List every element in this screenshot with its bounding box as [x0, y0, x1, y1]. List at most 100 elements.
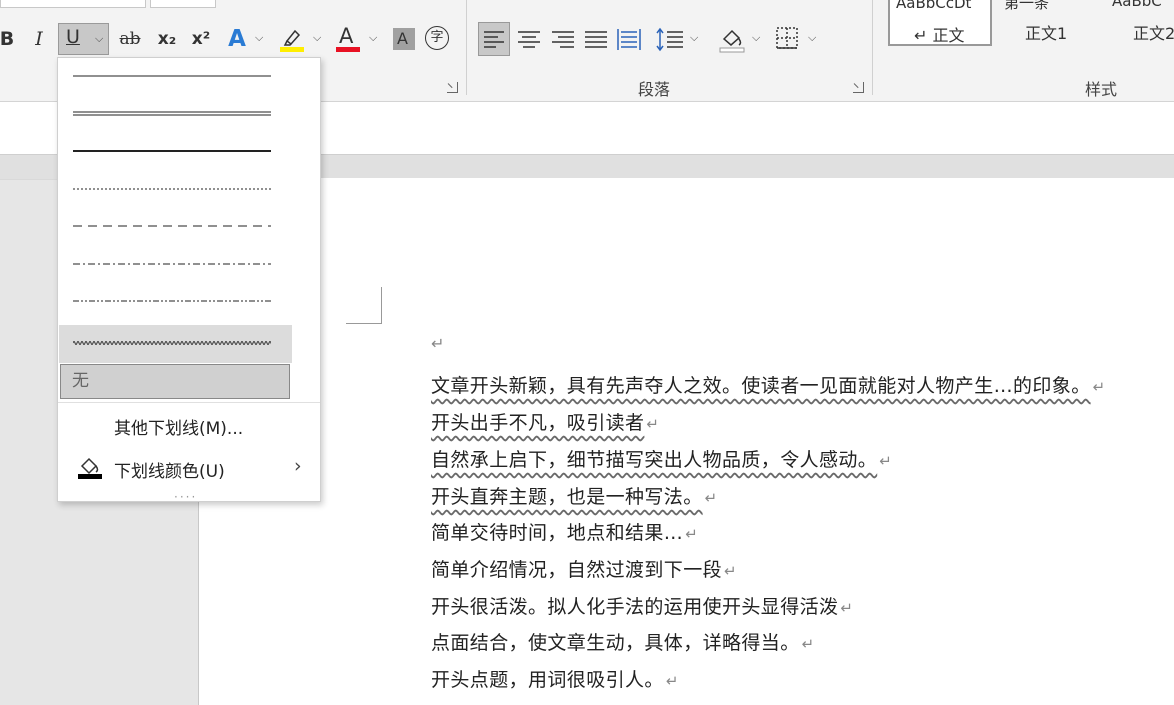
- style-normal[interactable]: AaBbCcDt ↵ 正文: [888, 0, 992, 46]
- line-spacing-icon[interactable]: [655, 23, 685, 55]
- menu-separator: [58, 402, 320, 403]
- underline-icon: U: [66, 26, 80, 48]
- paragraph[interactable]: 自然承上启下，细节描写突出人物品质，令人感动。 ↵: [431, 445, 892, 472]
- strikethrough-button[interactable]: ab: [116, 24, 144, 54]
- thick-underline-icon: [73, 150, 271, 152]
- paragraph-text: 开头很活泼。拟人化手法的运用使开头显得活泼: [431, 596, 839, 618]
- chevron-down-icon[interactable]: ⌵: [369, 31, 377, 45]
- text-effects-button[interactable]: A: [224, 24, 250, 54]
- highlight-button[interactable]: [278, 26, 306, 54]
- style-label: 正文1: [1025, 24, 1068, 43]
- font-color-icon: A: [339, 24, 354, 48]
- underline-option-single[interactable]: [59, 58, 292, 94]
- para-mark: ↵: [665, 672, 679, 690]
- underline-option-thick[interactable]: [59, 132, 292, 168]
- para-mark: ↵: [840, 599, 854, 617]
- font-dialog-launcher[interactable]: [447, 82, 458, 93]
- paragraph[interactable]: 文章开头新颖，具有先声夺人之效。使读者一见面就能对人物产生…的印象。 ↵: [431, 371, 1106, 398]
- style-preview: AaBbCcDt: [896, 0, 972, 12]
- underline-color-item[interactable]: 下划线颜色(U): [114, 457, 225, 482]
- char-shading-icon: A: [397, 29, 408, 48]
- font-name-box[interactable]: [0, 0, 146, 8]
- double-underline-icon: [73, 111, 271, 116]
- chevron-down-icon[interactable]: ⌵: [752, 31, 760, 45]
- para-mark: ↵: [1092, 378, 1106, 396]
- group-separator: [466, 0, 467, 95]
- para-mark: ↵: [685, 525, 699, 543]
- underline-option-none[interactable]: 无: [60, 364, 290, 399]
- paragraph-dialog-launcher[interactable]: [853, 82, 864, 93]
- chevron-down-icon[interactable]: ⌵: [690, 31, 698, 45]
- para-mark: ↵: [646, 415, 660, 433]
- chevron-down-icon[interactable]: ⌵: [255, 31, 263, 45]
- paragraph-group-label: 段落: [638, 80, 671, 99]
- style-normal1[interactable]: 第一条 正文1: [1000, 0, 1100, 46]
- paragraph[interactable]: 开头出手不凡，吸引读者 ↵: [431, 408, 659, 435]
- shading-bucket-icon[interactable]: [717, 23, 747, 55]
- paragraph[interactable]: 点面结合，使文章生动，具体，详略得当。 ↵: [431, 628, 815, 655]
- paragraph[interactable]: 开头点题，用词很吸引人。 ↵: [431, 665, 679, 692]
- font-color-swatch: [336, 47, 360, 52]
- paragraph-text: 文章开头新颖，具有先声夺人之效。使读者一见面就能对人物产生…的印象。: [431, 375, 1091, 397]
- align-right-icon[interactable]: [549, 23, 577, 55]
- underline-option-dotted[interactable]: [59, 170, 292, 206]
- style-label: ↵ 正文: [914, 26, 965, 45]
- underline-button[interactable]: U ⌵: [58, 23, 109, 55]
- underline-option-dash-dot[interactable]: [59, 245, 292, 281]
- paragraph[interactable]: 简单交待时间，地点和结果… ↵: [431, 518, 698, 545]
- distributed-icon[interactable]: [615, 23, 643, 55]
- resize-grip[interactable]: ····: [174, 490, 197, 504]
- highlighter-icon: [280, 29, 304, 52]
- para-mark: ↵: [724, 562, 737, 580]
- style-label: 正文2: [1133, 24, 1174, 43]
- paragraph[interactable]: 开头很活泼。拟人化手法的运用使开头显得活泼 ↵: [431, 592, 853, 619]
- style-normal2[interactable]: AaBbC 正文2: [1108, 0, 1174, 46]
- underline-dropdown-menu: 无 其他下划线(M)... 下划线颜色(U) › ····: [57, 57, 321, 504]
- align-left-button[interactable]: [478, 22, 510, 56]
- paragraph-text: 自然承上启下，细节描写突出人物品质，令人感动。: [431, 449, 878, 471]
- paragraph[interactable]: 简单介绍情况，自然过渡到下一段 ↵: [431, 555, 737, 582]
- underline-option-double[interactable]: [59, 95, 292, 131]
- chevron-down-icon[interactable]: ⌵: [808, 31, 816, 45]
- underline-color-icon: [78, 457, 102, 479]
- paragraph-text: 点面结合，使文章生动，具体，详略得当。: [431, 632, 800, 654]
- group-separator: [872, 0, 873, 95]
- paragraph[interactable]: 开头直奔主题，也是一种写法。 ↵: [431, 482, 718, 509]
- underline-option-wave[interactable]: [59, 325, 292, 363]
- enclose-char-button[interactable]: 字: [425, 26, 449, 50]
- empty-para-mark: ↵: [431, 334, 445, 353]
- paragraph-text: 开头点题，用词很吸引人。: [431, 669, 664, 691]
- italic-button[interactable]: I: [28, 24, 50, 54]
- char-shading-button[interactable]: A: [393, 28, 415, 50]
- superscript-button[interactable]: x²: [188, 24, 214, 54]
- align-center-icon[interactable]: [515, 23, 543, 55]
- dash-dot-dot-underline-icon: [73, 300, 271, 302]
- justify-icon[interactable]: [582, 23, 610, 55]
- dotted-underline-icon: [73, 188, 271, 190]
- paragraph-text: 简单交待时间，地点和结果…: [431, 522, 684, 544]
- wavy-underline-icon: [73, 341, 271, 345]
- margin-corner-mark: [346, 287, 382, 324]
- dash-underline-icon: [73, 225, 271, 227]
- paragraph-text: 开头直奔主题，也是一种写法。: [431, 486, 703, 508]
- borders-icon[interactable]: [773, 23, 801, 55]
- para-mark: ↵: [879, 452, 893, 470]
- bold-button[interactable]: B: [0, 24, 18, 54]
- underline-option-dash[interactable]: [59, 207, 292, 243]
- chevron-right-icon: ›: [294, 455, 302, 477]
- style-preview: 第一条: [1004, 0, 1050, 12]
- paragraph-text: 开头出手不凡，吸引读者: [431, 412, 645, 434]
- dash-dot-underline-icon: [73, 263, 271, 265]
- more-underlines-item[interactable]: 其他下划线(M)...: [114, 414, 243, 439]
- document-page[interactable]: [198, 178, 1174, 705]
- font-color-button[interactable]: A: [335, 24, 361, 54]
- para-mark: ↵: [801, 635, 815, 653]
- align-left-icon: [484, 31, 504, 48]
- paragraph-text: 简单介绍情况，自然过渡到下一段: [431, 559, 723, 581]
- underline-option-dash-dot-dot[interactable]: [59, 282, 292, 318]
- style-preview: AaBbC: [1112, 0, 1162, 10]
- chevron-down-icon[interactable]: ⌵: [95, 32, 103, 46]
- subscript-button[interactable]: x₂: [154, 24, 180, 54]
- chevron-down-icon[interactable]: ⌵: [313, 31, 321, 45]
- font-size-box[interactable]: [150, 0, 216, 8]
